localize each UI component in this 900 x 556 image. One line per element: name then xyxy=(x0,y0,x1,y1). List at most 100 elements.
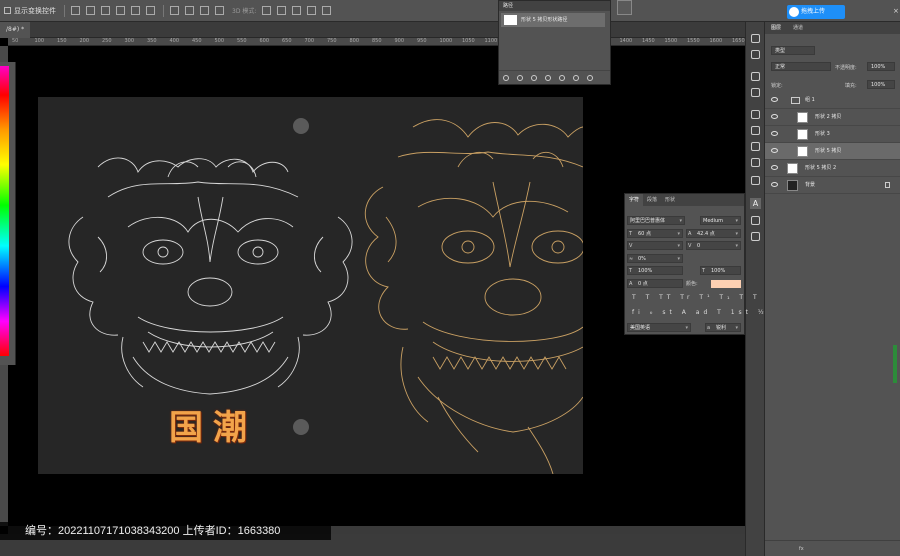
leading-field[interactable]: A 42.4 点 ▾ xyxy=(686,229,741,238)
blend-mode-select[interactable]: 正常 xyxy=(771,62,831,71)
font-family-select[interactable]: 阿里巴巴普惠体 ▾ xyxy=(627,216,685,225)
distribute-v-icon[interactable] xyxy=(200,6,209,15)
tab-character[interactable]: 字符 xyxy=(625,194,644,206)
baseline-shift-field[interactable]: A 0 点 xyxy=(627,279,683,288)
hue-spectrum[interactable] xyxy=(0,66,9,356)
layer-row-group[interactable]: 组 1 xyxy=(765,92,900,109)
path-item[interactable]: 形状 5 拷贝形状路径 xyxy=(501,13,605,27)
layer-row[interactable]: 形状 3 xyxy=(765,126,900,143)
drag-3d-icon[interactable] xyxy=(292,6,302,15)
visibility-eye-icon[interactable] xyxy=(771,114,778,119)
mode-3d-label: 3D 模式: xyxy=(232,8,257,15)
layer-kind-filter[interactable]: 类型 xyxy=(771,46,815,55)
show-transform-checkbox[interactable] xyxy=(4,7,11,14)
font-style-select[interactable]: Medium ▾ xyxy=(700,216,741,225)
tab-channels[interactable]: 通道 xyxy=(793,22,803,34)
document-tab[interactable]: /8#) * xyxy=(0,22,31,38)
fill-field[interactable]: 100% xyxy=(867,80,895,89)
align-bottom-icon[interactable] xyxy=(146,6,155,15)
delete-path-icon[interactable] xyxy=(587,75,593,81)
language-value: 美国英语 xyxy=(630,325,651,331)
ruler-tick-label: 1050 xyxy=(462,38,475,44)
history-icon[interactable] xyxy=(751,176,760,185)
visibility-eye-icon[interactable] xyxy=(771,182,778,187)
tab-paragraph[interactable]: 段落 xyxy=(643,194,661,206)
horizontal-scale-field[interactable]: T 100% xyxy=(700,266,741,275)
align-middle-icon[interactable] xyxy=(131,6,140,15)
character-panel-tabs: 字符 段落 形状 xyxy=(625,194,744,206)
brush-icon[interactable] xyxy=(751,126,760,135)
properties-icon[interactable] xyxy=(751,142,760,151)
tab-shape[interactable]: 形状 xyxy=(661,194,679,206)
kerning-field[interactable]: V ▾ xyxy=(627,241,683,250)
adjustments-icon[interactable] xyxy=(751,34,760,43)
layer-name: 形状 3 xyxy=(815,131,830,137)
info-icon[interactable] xyxy=(751,110,760,119)
ruler-tick-label: 400 xyxy=(169,38,180,44)
antialias-select[interactable]: a 锐利 ▾ xyxy=(705,323,741,332)
make-work-path-icon[interactable] xyxy=(545,75,551,81)
paths-panel-title[interactable]: 路径 xyxy=(499,1,610,11)
paragraph-icon[interactable] xyxy=(751,216,760,225)
glyphs-icon[interactable] xyxy=(751,232,760,241)
fx-button[interactable]: fx xyxy=(799,546,804,552)
fill-label: 填充: xyxy=(845,83,857,89)
load-selection-icon[interactable] xyxy=(531,75,537,81)
more-icon[interactable] xyxy=(215,6,224,15)
stroke-path-icon[interactable] xyxy=(517,75,523,81)
tracking-field[interactable]: V 0 ▾ xyxy=(686,241,741,250)
close-icon[interactable]: × xyxy=(893,7,899,15)
layer-row-background[interactable]: 背景 xyxy=(765,177,900,194)
text-color-swatch[interactable] xyxy=(711,280,741,288)
styles-icon[interactable] xyxy=(751,50,760,59)
artboard[interactable]: 国潮 xyxy=(38,97,583,474)
layer-name: 形状 2 拷贝 xyxy=(815,114,842,120)
tsume-field[interactable]: ≈ 0% ▾ xyxy=(627,254,683,263)
opentype-buttons[interactable]: fi ℴ st A ad T 1st ½ xyxy=(632,309,768,316)
language-select[interactable]: 美国英语 ▾ xyxy=(627,323,691,332)
vertical-scale-field[interactable]: T 100% xyxy=(627,266,683,275)
fill-path-icon[interactable] xyxy=(503,75,509,81)
ruler-tick-label: 450 xyxy=(192,38,202,44)
drag-upload-button[interactable]: 拖拽上传 xyxy=(787,5,845,19)
align-top-icon[interactable] xyxy=(116,6,125,15)
align-left-icon[interactable] xyxy=(71,6,80,15)
horizontal-scale-value: 100% xyxy=(711,268,726,274)
roll-3d-icon[interactable] xyxy=(277,6,287,15)
font-size-field[interactable]: T 60 点 ▾ xyxy=(627,229,683,238)
path-thumbnail xyxy=(504,15,517,25)
ruler-tick-label: 1100 xyxy=(484,38,498,44)
character-icon[interactable]: A xyxy=(750,198,761,209)
distribute-icon[interactable] xyxy=(170,6,179,15)
visibility-eye-icon[interactable] xyxy=(771,148,778,153)
rotate-3d-icon[interactable] xyxy=(262,6,272,15)
align-right-icon[interactable] xyxy=(101,6,110,15)
distribute-h-icon[interactable] xyxy=(185,6,194,15)
visibility-eye-icon[interactable] xyxy=(771,165,778,170)
align-center-icon[interactable] xyxy=(86,6,95,15)
tracking-value: 0 xyxy=(697,243,701,249)
swatches-icon[interactable] xyxy=(751,88,760,97)
opacity-field[interactable]: 100% xyxy=(867,62,895,71)
add-mask-icon[interactable] xyxy=(559,75,565,81)
layer-row-selected[interactable]: 形状 5 拷贝 xyxy=(765,143,900,160)
layer-name: 形状 5 拷贝 xyxy=(815,148,842,154)
panel-collapse-icon[interactable] xyxy=(617,0,632,15)
ruler-tick-label: 250 xyxy=(102,38,112,44)
layer-row[interactable]: 形状 5 拷贝 2 xyxy=(765,160,900,177)
visibility-eye-icon[interactable] xyxy=(771,97,778,102)
type-style-buttons[interactable]: T T TT Tr T¹ T₁ T T xyxy=(632,294,761,301)
visibility-eye-icon[interactable] xyxy=(771,131,778,136)
paths-panel-footer xyxy=(499,70,610,84)
layer-row[interactable]: 形状 2 拷贝 xyxy=(765,109,900,126)
navigator-icon[interactable] xyxy=(751,158,760,167)
scale-3d-icon[interactable] xyxy=(322,6,332,15)
color-icon[interactable] xyxy=(751,72,760,81)
layer-name: 背景 xyxy=(805,182,816,188)
tsume-icon: ≈ xyxy=(629,256,634,262)
new-path-icon[interactable] xyxy=(573,75,579,81)
tracking-icon: V xyxy=(688,243,692,249)
slide-3d-icon[interactable] xyxy=(307,6,317,15)
tab-layers[interactable]: 图层 xyxy=(771,22,781,34)
color-picker-strip[interactable] xyxy=(0,62,16,365)
